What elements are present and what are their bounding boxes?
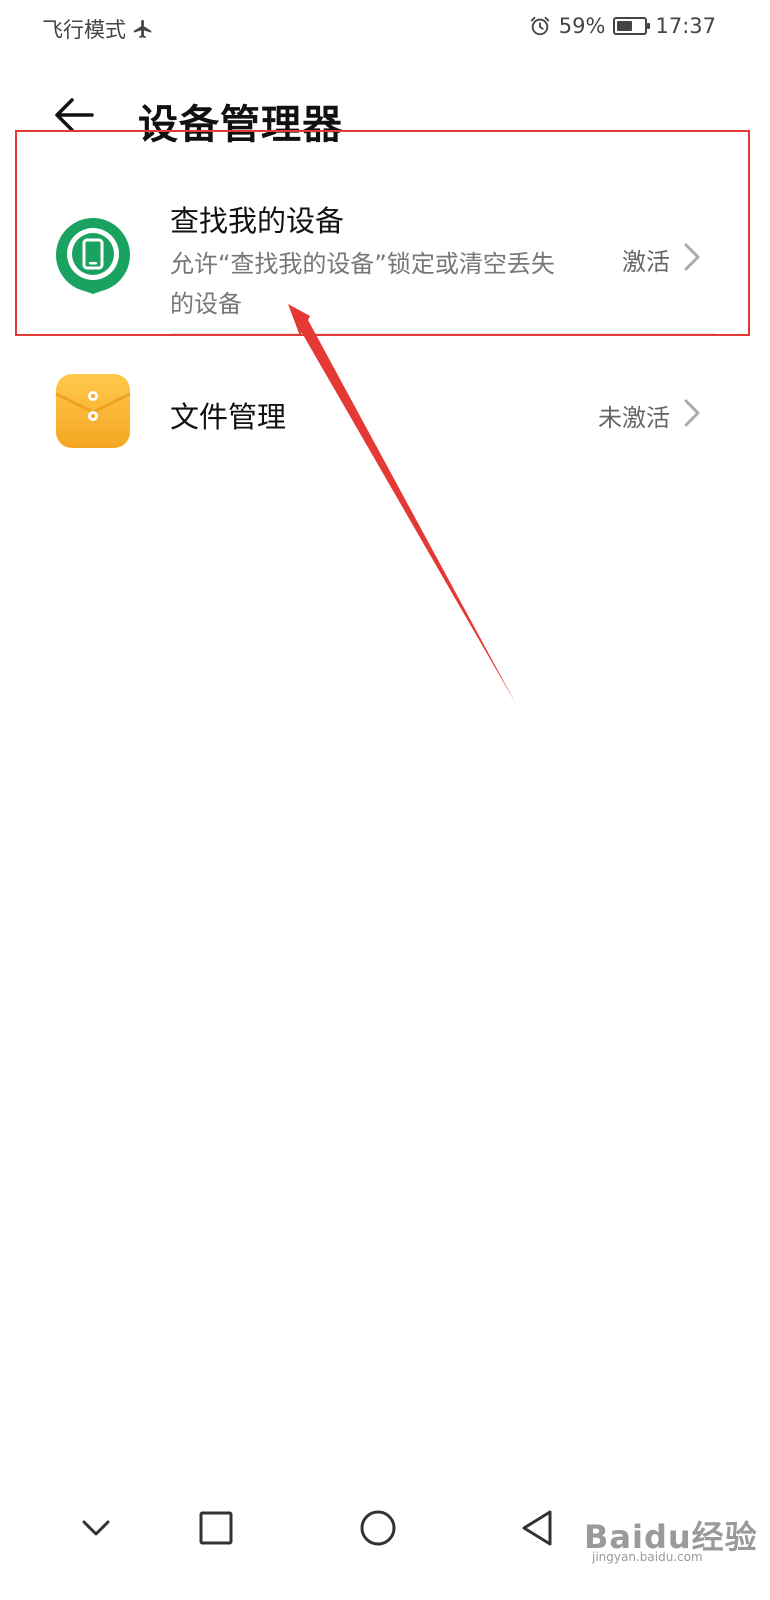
- status-left: 飞行模式: [42, 14, 154, 44]
- battery-fill: [617, 21, 633, 31]
- airplane-mode-label: 飞行模式: [42, 18, 126, 42]
- app-header: 设备管理器: [0, 78, 770, 158]
- find-device-icon: [56, 218, 130, 294]
- battery-percent: 59%: [558, 14, 606, 38]
- airplane-icon: [133, 19, 152, 39]
- file-manager-item[interactable]: 文件管理 未激活: [0, 360, 770, 460]
- back-nav-button[interactable]: [514, 1504, 562, 1552]
- back-button[interactable]: [48, 88, 102, 142]
- file-manager-icon: [55, 374, 131, 448]
- chevron-down-icon[interactable]: [72, 1504, 120, 1552]
- file-manager-status: 未激活: [598, 404, 670, 432]
- chevron-right-icon: [684, 243, 700, 271]
- status-right: 59% 17:37: [529, 14, 716, 38]
- page-title: 设备管理器: [138, 102, 343, 148]
- status-bar: 飞行模式 59% 17:37: [0, 0, 770, 60]
- recent-apps-button[interactable]: [192, 1504, 240, 1552]
- alarm-icon: [530, 16, 549, 36]
- chevron-right-icon: [684, 399, 700, 427]
- find-my-device-title: 查找我的设备: [170, 204, 345, 238]
- find-my-device-description: 允许“查找我的设备”锁定或清空丢失的设备: [170, 250, 555, 318]
- clock: 17:37: [655, 14, 716, 38]
- home-button[interactable]: [354, 1504, 402, 1552]
- watermark-url: jingyan.baidu.com: [592, 1550, 703, 1564]
- file-manager-title: 文件管理: [170, 400, 287, 434]
- battery-icon: [613, 17, 651, 35]
- find-my-device-item[interactable]: 查找我的设备 允许“查找我的设备”锁定或清空丢失的设备 激活: [0, 150, 770, 340]
- divider: [170, 333, 716, 334]
- back-arrow-icon: [55, 98, 94, 132]
- find-my-device-status: 激活: [622, 248, 670, 276]
